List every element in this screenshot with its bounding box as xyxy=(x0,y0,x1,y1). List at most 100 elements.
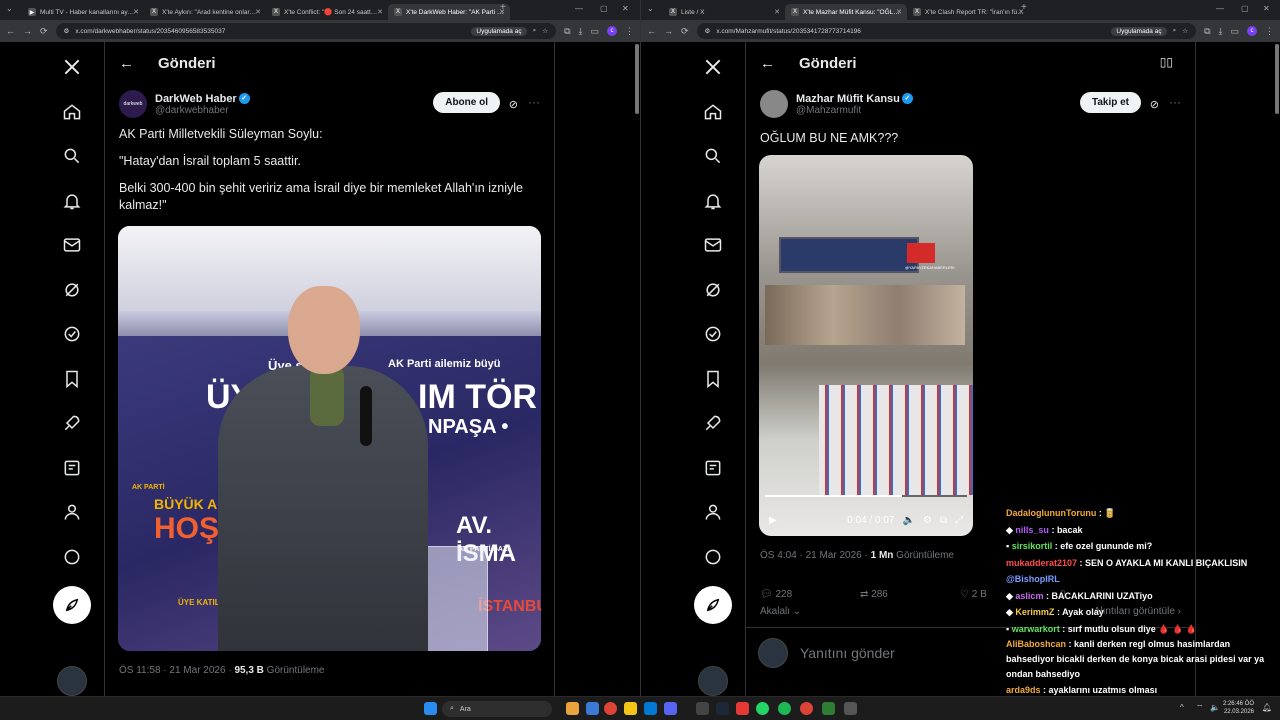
tray-arrow-icon[interactable]: ^ xyxy=(1180,703,1184,712)
verified-icon[interactable] xyxy=(57,319,87,349)
close-window-icon[interactable]: ✕ xyxy=(622,4,629,13)
tab-aykiri[interactable]: X X'te Aykırı: "Arad kentine onlar… ✕ xyxy=(144,4,266,20)
reload-icon[interactable]: ⟳ xyxy=(40,26,48,37)
tab-conflict[interactable]: X X'te Conflict: "🛑 Son 24 saatt… ✕ xyxy=(266,4,388,20)
close-tab-icon[interactable]: ✕ xyxy=(896,8,902,16)
chrome-icon[interactable] xyxy=(604,702,617,715)
grok-icon[interactable] xyxy=(698,275,728,305)
site-info-icon[interactable]: ⚙ xyxy=(64,27,70,35)
app-icon[interactable] xyxy=(624,702,637,715)
subscribe-button[interactable]: Abone ol xyxy=(433,92,500,113)
profile-icon[interactable] xyxy=(698,497,728,527)
play-icon[interactable]: ▶ xyxy=(769,515,777,526)
x-logo-icon[interactable] xyxy=(57,52,87,82)
pip-icon[interactable]: ⧉ xyxy=(940,515,947,526)
discord-icon[interactable] xyxy=(664,702,677,715)
home-icon[interactable] xyxy=(698,97,728,127)
maximize-icon[interactable]: ▢ xyxy=(600,4,608,13)
scrollbar[interactable] xyxy=(1275,44,1279,114)
more-circle-icon[interactable] xyxy=(698,542,728,572)
messages-icon[interactable] xyxy=(698,230,728,260)
address-bar[interactable]: ⚙ x.com/darkwebhaber/status/203546095658… xyxy=(55,23,557,39)
verified-icon[interactable] xyxy=(698,319,728,349)
more-circle-icon[interactable] xyxy=(57,542,87,572)
zoom-icon[interactable]: ⌕ xyxy=(1173,27,1177,35)
video-progress-bar[interactable] xyxy=(765,495,967,497)
post-timestamp[interactable]: ÖS 11:58 · 21 Mar 2026 · xyxy=(119,665,234,676)
app-icon[interactable] xyxy=(844,702,857,715)
author-avatar[interactable]: darkweb xyxy=(119,90,147,118)
post-image[interactable]: Üye say AK Parti ailemiz büyü ÜY IM TÖR … xyxy=(118,226,541,651)
search-icon[interactable] xyxy=(57,141,87,171)
home-icon[interactable] xyxy=(57,97,87,127)
minimize-icon[interactable]: — xyxy=(1216,4,1224,13)
open-in-app-button[interactable]: Uygulamada aç xyxy=(471,26,527,36)
taskbar-search[interactable]: ⌕ Ara xyxy=(442,701,552,717)
more-options-icon[interactable]: ··· xyxy=(528,95,540,109)
follow-button[interactable]: Takip et xyxy=(1079,92,1141,113)
system-clock[interactable]: 2:26:46 ÖÖ 22.03.2026 xyxy=(1223,700,1254,716)
notifications-icon[interactable] xyxy=(57,186,87,216)
repost-button[interactable]: ⇄ 286 xyxy=(860,589,960,600)
app-icon[interactable] xyxy=(586,702,599,715)
file-explorer-icon[interactable] xyxy=(566,702,579,715)
articles-icon[interactable] xyxy=(57,453,87,483)
bookmarks-icon[interactable] xyxy=(57,364,87,394)
extensions-icon[interactable]: ⧉ xyxy=(1204,26,1210,37)
open-in-app-button[interactable]: Uygulamada aç xyxy=(1111,26,1167,36)
reload-icon[interactable]: ⟳ xyxy=(681,26,689,37)
fullscreen-icon[interactable]: ⤢ xyxy=(955,515,963,526)
related-dropdown[interactable]: Akalalı ⌄ xyxy=(760,606,801,617)
bookmark-star-icon[interactable]: ☆ xyxy=(542,27,548,35)
search-icon[interactable] xyxy=(698,141,728,171)
notification-bell-icon[interactable]: 🔔︎ xyxy=(1262,703,1272,712)
close-tab-icon[interactable]: ✕ xyxy=(255,8,261,16)
edge-icon[interactable] xyxy=(644,702,657,715)
post-video[interactable]: @YAPAYZEKAHABERLERI ▶ 0:04 / 0:07 🔈 ⚙ ⧉ … xyxy=(759,155,973,536)
grok-icon[interactable] xyxy=(57,275,87,305)
volume-icon[interactable]: 🔈 xyxy=(902,515,914,526)
jobs-rocket-icon[interactable] xyxy=(698,408,728,438)
jobs-rocket-icon[interactable] xyxy=(57,408,87,438)
whatsapp-icon[interactable] xyxy=(756,702,769,715)
scrollbar[interactable] xyxy=(635,44,639,114)
settings-icon[interactable]: ⚙ xyxy=(923,515,932,526)
profile-avatar[interactable]: c xyxy=(1247,26,1257,36)
maximize-icon[interactable]: ▢ xyxy=(1241,4,1249,13)
bookmarks-icon[interactable] xyxy=(698,364,728,394)
profile-avatar[interactable]: c xyxy=(607,26,617,36)
new-tab-icon[interactable]: + xyxy=(1021,2,1027,13)
tab-clash[interactable]: X X'te Clash Report TR: "İran'ın fü… ✕ xyxy=(907,4,1029,20)
compose-post-button[interactable] xyxy=(694,585,732,624)
menu-icon[interactable]: ⋮ xyxy=(1265,26,1274,37)
grok-explain-icon[interactable]: ⊘ xyxy=(1150,98,1159,111)
reply-button[interactable]: 💬︎ 228 xyxy=(760,589,860,600)
steam-icon[interactable] xyxy=(716,702,729,715)
menu-icon[interactable]: ⋮ xyxy=(625,26,634,37)
articles-icon[interactable] xyxy=(698,453,728,483)
download-icon[interactable]: ⤓ xyxy=(579,26,583,37)
split-icon[interactable]: ▭ xyxy=(1230,26,1239,37)
site-info-icon[interactable]: ⚙ xyxy=(705,27,711,35)
chrome-icon[interactable] xyxy=(800,702,813,715)
download-icon[interactable]: ⤓ xyxy=(1219,26,1223,37)
back-arrow-icon[interactable]: ← xyxy=(119,55,134,72)
app-icon[interactable] xyxy=(736,702,749,715)
spotify-icon[interactable] xyxy=(778,702,791,715)
tab-list[interactable]: X Liste / X ✕ xyxy=(663,4,785,20)
grok-explain-icon[interactable]: ⊘ xyxy=(509,98,518,111)
close-tab-icon[interactable]: ✕ xyxy=(774,8,780,16)
tab-menu-icon[interactable]: ⌄ xyxy=(647,4,654,13)
author-name[interactable]: DarkWeb Haber ✓ xyxy=(155,93,250,105)
author-handle[interactable]: @Mahzarmufit xyxy=(796,105,913,116)
volume-icon[interactable]: 🔈 xyxy=(1210,703,1220,712)
address-bar[interactable]: ⚙ x.com/Mahzarmufit/status/2035341728773… xyxy=(696,23,1197,39)
bookmark-star-icon[interactable]: ☆ xyxy=(1182,27,1188,35)
tab-mazhar[interactable]: X X'te Mazhar Müfit Kansu: "OĞL… ✕ xyxy=(785,4,907,20)
tab-multitv[interactable]: ▶ Multi TV - Haber kanallarını ay… ✕ xyxy=(22,4,144,20)
author-name[interactable]: Mazhar Müfit Kansu ✓ xyxy=(796,93,913,105)
new-tab-icon[interactable]: + xyxy=(500,2,506,13)
close-tab-icon[interactable]: ✕ xyxy=(133,8,139,16)
x-logo-icon[interactable] xyxy=(698,52,728,82)
notifications-icon[interactable] xyxy=(698,186,728,216)
